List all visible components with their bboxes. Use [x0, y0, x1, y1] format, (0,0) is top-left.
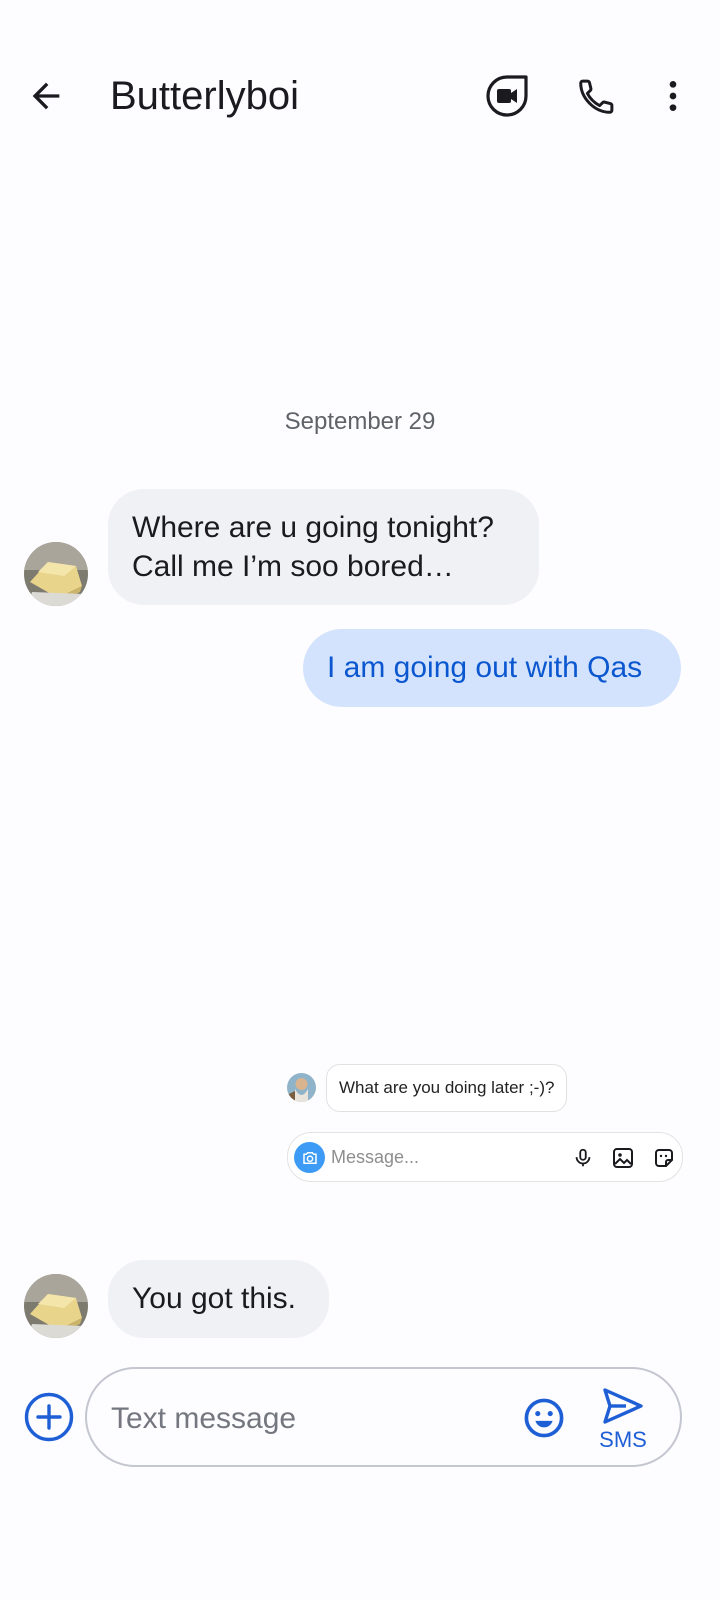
send-sms-button[interactable]: SMS — [587, 1383, 659, 1453]
more-vert-icon — [669, 81, 677, 111]
message-text: You got this. — [132, 1282, 297, 1315]
conversation-header: Butterlyboi — [0, 48, 720, 144]
emoji-icon — [524, 1398, 564, 1438]
message-text: I am going out with Qas — [327, 651, 643, 684]
image-icon — [609, 1144, 637, 1172]
send-label: SMS — [599, 1427, 647, 1452]
emoji-button[interactable] — [520, 1394, 568, 1442]
butter-avatar-image — [24, 542, 88, 606]
sticker-icon — [650, 1144, 678, 1172]
contact-avatar[interactable] — [24, 1274, 88, 1338]
text-message-input[interactable] — [111, 1397, 511, 1441]
send-icon — [603, 1388, 643, 1424]
video-call-icon — [486, 75, 528, 117]
compose-bar: SMS — [85, 1367, 682, 1467]
arrow-back-icon — [32, 82, 60, 110]
butter-avatar-image — [24, 1274, 88, 1338]
person-avatar-image — [287, 1073, 316, 1102]
contact-avatar[interactable] — [24, 542, 88, 606]
incoming-message[interactable]: Where are u going tonight? Call me I’m s… — [108, 489, 539, 605]
microphone-icon — [569, 1144, 597, 1172]
add-circle-icon — [24, 1392, 74, 1442]
embed-avatar — [287, 1073, 316, 1102]
call-button[interactable] — [571, 70, 623, 122]
embed-message-input: Message... — [287, 1132, 683, 1182]
message-line: Where are u going tonight? — [132, 511, 494, 544]
message-line: Call me I’m soo bored… — [132, 550, 454, 583]
more-options-button[interactable] — [647, 70, 699, 122]
embed-message-bubble: What are you doing later ;-)? — [326, 1064, 568, 1112]
attach-button[interactable] — [22, 1390, 76, 1444]
embedded-message-card[interactable]: What are you doing later ;-)? Message... — [287, 1062, 683, 1184]
camera-icon — [294, 1142, 325, 1173]
outgoing-message[interactable]: I am going out with Qas — [303, 629, 681, 707]
embed-input-placeholder: Message... — [331, 1147, 420, 1167]
phone-icon — [579, 79, 614, 114]
incoming-message[interactable]: You got this. — [108, 1260, 329, 1338]
back-button[interactable] — [20, 70, 72, 122]
date-separator: September 29 — [284, 408, 436, 435]
video-call-button[interactable] — [481, 70, 533, 122]
contact-name[interactable]: Butterlyboi — [110, 70, 299, 122]
